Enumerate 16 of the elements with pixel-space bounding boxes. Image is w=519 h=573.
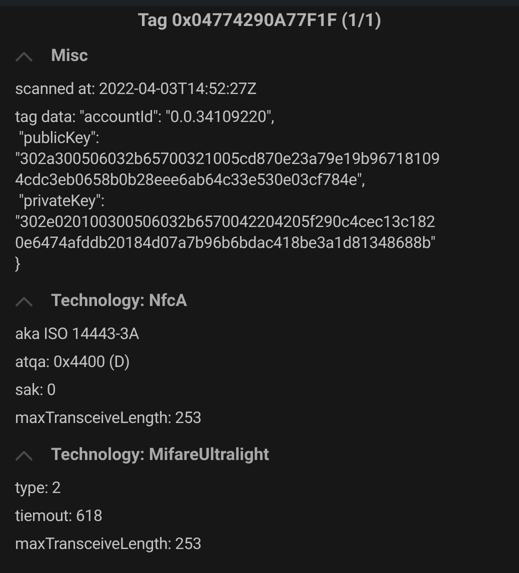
- info-text: atqa: 0x4400 (D): [15, 350, 131, 372]
- info-text: tag data: "accountId": "0.0.34109220", "publicKey": "302a300506032b65700321005cd870e23a79e19b96718109 4cdc3eb0658b0b28eee6ab64c33e530e03cf784e", "privateKey": "302e020100300506032b6570042204205f290c4cec13c182 0e6474afddb20184d07a7b96b6bdac418be3a1d81348688b" }: [15, 106, 441, 274]
- tag-title: Tag 0x04774290A77F1F (1/1): [138, 10, 382, 33]
- chevron-up-icon[interactable]: [15, 297, 33, 307]
- section-heading[interactable]: Technology: MifareUltralight: [51, 443, 270, 469]
- info-text: maxTransceiveLength: 253: [15, 406, 202, 428]
- chevron-up-icon[interactable]: [15, 52, 33, 62]
- info-text: maxTransceiveLength: 253: [15, 532, 202, 554]
- info-text: sak: 0: [15, 378, 57, 400]
- info-text: tiemout: 618: [15, 504, 104, 526]
- section-heading[interactable]: Technology: NfcA: [51, 289, 187, 315]
- info-text: aka ISO 14443-3A: [15, 322, 140, 344]
- info-text: type: 2: [15, 476, 62, 498]
- info-text: scanned at: 2022-04-03T14:52:27Z: [15, 78, 258, 100]
- chevron-up-icon[interactable]: [15, 451, 33, 461]
- section-heading[interactable]: Misc: [51, 44, 88, 70]
